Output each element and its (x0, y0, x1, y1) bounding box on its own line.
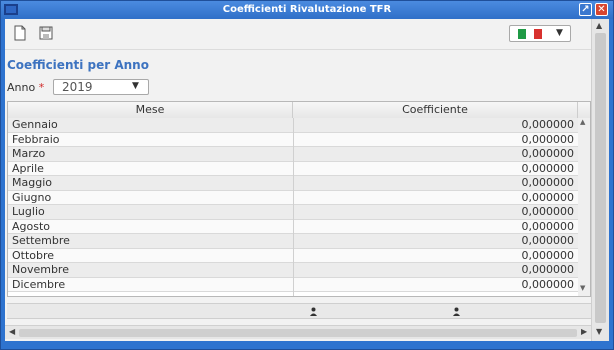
window-vertical-scrollbar[interactable]: ▲ ▼ (591, 19, 609, 341)
month-cell: Settembre (12, 234, 70, 247)
coefficient-cell[interactable]: 0,000000 (522, 176, 575, 190)
app-window: Coefficienti Rivalutazione TFR ↗ ✕ ▼ Coe… (0, 0, 614, 350)
column-header-coefficient[interactable]: Coefficiente (293, 102, 578, 118)
month-cell: Novembre (12, 263, 69, 276)
window-title: Coefficienti Rivalutazione TFR (222, 4, 392, 15)
month-cell: Dicembre (12, 277, 66, 291)
month-cell: Ottobre (12, 248, 55, 262)
coefficient-cell[interactable]: 0,000000 (522, 220, 575, 234)
month-cell: Luglio (12, 205, 45, 218)
scroll-down-icon[interactable]: ▼ (580, 284, 585, 292)
month-cell: Agosto (12, 219, 51, 233)
year-label: Anno * (7, 81, 44, 94)
close-button[interactable]: ✕ (595, 3, 608, 16)
coefficient-cell[interactable]: 0,000000 (522, 191, 575, 205)
scroll-down-icon[interactable]: ▼ (596, 327, 602, 336)
save-icon[interactable] (37, 24, 55, 42)
main-content: ▼ Coefficienti per Anno Anno * 2019 ▼ Me… (5, 19, 591, 341)
month-cell: Marzo (12, 147, 46, 160)
month-cell: Aprile (12, 161, 44, 175)
coefficient-cell[interactable]: 0,000000 (522, 162, 575, 176)
language-select[interactable]: ▼ (509, 25, 571, 42)
title-bar[interactable]: Coefficienti Rivalutazione TFR ↗ ✕ (1, 1, 613, 19)
column-divider (293, 118, 294, 296)
user-icon (310, 307, 317, 316)
coefficient-cell[interactable]: 0,000000 (522, 278, 575, 292)
scroll-up-icon[interactable]: ▲ (580, 118, 585, 126)
close-icon: ✕ (597, 4, 606, 15)
scroll-up-icon[interactable]: ▲ (596, 21, 602, 30)
scrollbar-thumb[interactable] (19, 329, 577, 337)
scroll-left-icon[interactable]: ◀ (9, 327, 15, 336)
scrollbar-thumb[interactable] (595, 33, 606, 323)
coefficient-cell[interactable]: 0,000000 (522, 133, 575, 147)
coefficient-cell[interactable]: 0,000000 (522, 205, 575, 219)
month-cell: Maggio (12, 176, 52, 189)
year-value: 2019 (62, 80, 93, 94)
coefficient-cell[interactable]: 0,000000 (522, 147, 575, 161)
maximize-icon: ↗ (581, 4, 590, 15)
required-mark: * (38, 81, 45, 94)
window-horizontal-scrollbar[interactable]: ◀ ▶ (5, 325, 591, 339)
coefficient-cell[interactable]: 0,000000 (522, 249, 575, 263)
coefficient-cell[interactable]: 0,000000 (522, 263, 575, 277)
italian-flag-icon (518, 29, 542, 39)
table-header: Mese Coefficiente (8, 102, 590, 119)
table-footer (7, 303, 591, 319)
scroll-right-icon[interactable]: ▶ (581, 327, 587, 336)
chevron-down-icon: ▼ (556, 28, 563, 38)
month-cell: Giugno (12, 190, 52, 204)
table-scrollbar[interactable]: ▲ ▼ (578, 118, 590, 296)
toolbar: ▼ (5, 19, 591, 50)
coefficient-cell[interactable]: 0,000000 (522, 118, 575, 132)
year-select[interactable]: 2019 ▼ (53, 79, 149, 95)
maximize-button[interactable]: ↗ (579, 3, 592, 16)
year-label-text: Anno (7, 81, 36, 94)
column-header-month[interactable]: Mese (8, 102, 293, 118)
new-document-icon[interactable] (11, 24, 29, 42)
coefficients-table: Mese Coefficiente Gennaio 0,000000 Febbra… (7, 101, 591, 297)
chevron-down-icon: ▼ (132, 81, 139, 91)
user-icon (453, 307, 460, 316)
coefficient-cell[interactable]: 0,000000 (522, 234, 575, 248)
month-cell: Gennaio (12, 118, 58, 131)
section-title: Coefficienti per Anno (7, 58, 149, 72)
month-cell: Febbraio (12, 132, 60, 146)
